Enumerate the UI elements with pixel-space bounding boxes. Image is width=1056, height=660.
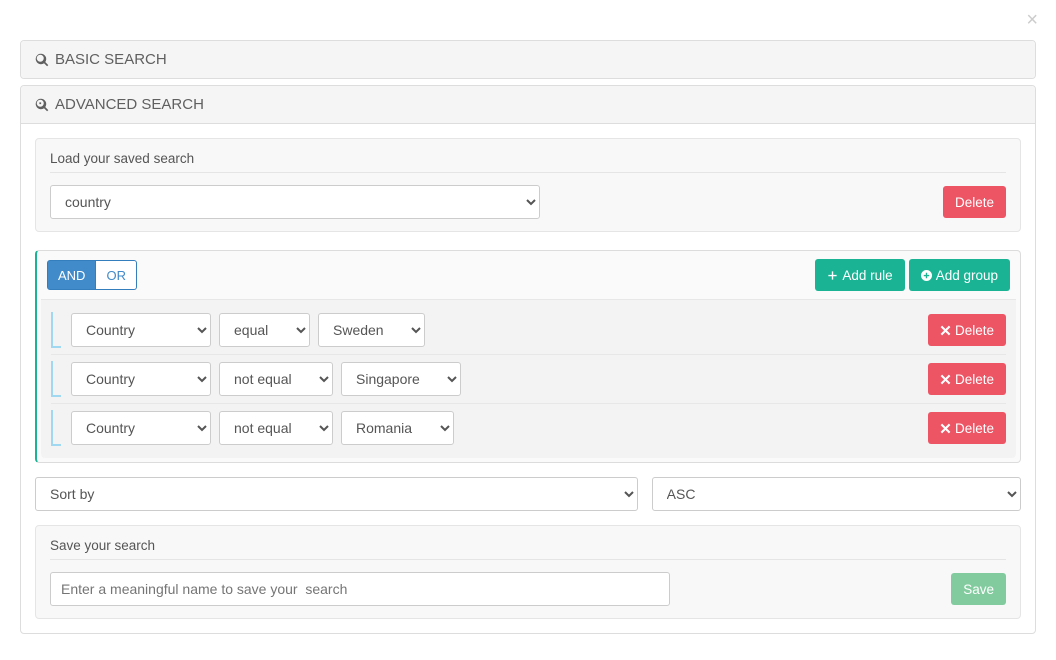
plus-circle-icon bbox=[921, 270, 932, 281]
rule-row: Country not equal Singapore Delete bbox=[51, 354, 1006, 403]
sort-row: Sort by ASC bbox=[35, 477, 1021, 511]
condition-toggle: AND OR bbox=[47, 260, 137, 290]
advanced-search-title: ADVANCED SEARCH bbox=[55, 96, 204, 113]
rule-operator-select[interactable]: equal bbox=[219, 313, 310, 347]
rule-field-select[interactable]: Country bbox=[71, 362, 211, 396]
advanced-search-panel: ADVANCED SEARCH Load your saved search c… bbox=[20, 85, 1036, 634]
saved-search-select[interactable]: country bbox=[50, 185, 540, 219]
load-search-label: Load your saved search bbox=[50, 151, 1006, 173]
rule-operator-select[interactable]: not equal bbox=[219, 362, 333, 396]
close-icon bbox=[940, 423, 951, 434]
add-rule-button[interactable]: Add rule bbox=[815, 259, 904, 291]
delete-rule-button[interactable]: Delete bbox=[928, 314, 1006, 346]
rule-value-select[interactable]: Sweden bbox=[318, 313, 425, 347]
basic-search-header[interactable]: BASIC SEARCH bbox=[21, 41, 1035, 78]
rule-value-select[interactable]: Singapore bbox=[341, 362, 461, 396]
add-rule-label: Add rule bbox=[842, 268, 892, 283]
rule-row: Country not equal Romania Delete bbox=[51, 403, 1006, 452]
save-search-input[interactable] bbox=[50, 572, 670, 606]
query-builder: AND OR Add rule Add group bbox=[35, 250, 1021, 463]
advanced-search-header[interactable]: ADVANCED SEARCH bbox=[21, 86, 1035, 124]
sort-direction-select[interactable]: ASC bbox=[652, 477, 1021, 511]
save-button[interactable]: Save bbox=[951, 573, 1006, 605]
rules-list: Country equal Sweden Delete Country not … bbox=[41, 299, 1016, 458]
rule-row: Country equal Sweden Delete bbox=[51, 306, 1006, 354]
delete-rule-button[interactable]: Delete bbox=[928, 412, 1006, 444]
load-search-section: Load your saved search country Delete bbox=[35, 138, 1021, 232]
rule-value-select[interactable]: Romania bbox=[341, 411, 454, 445]
sort-by-select[interactable]: Sort by bbox=[35, 477, 638, 511]
or-toggle[interactable]: OR bbox=[96, 260, 137, 290]
basic-search-title: BASIC SEARCH bbox=[55, 51, 167, 68]
search-icon bbox=[35, 53, 49, 67]
delete-saved-search-button[interactable]: Delete bbox=[943, 186, 1006, 218]
delete-rule-label: Delete bbox=[955, 421, 994, 436]
search-zoom-icon bbox=[35, 98, 49, 112]
add-group-label: Add group bbox=[936, 268, 998, 283]
save-search-label: Save your search bbox=[50, 538, 1006, 560]
delete-rule-button[interactable]: Delete bbox=[928, 363, 1006, 395]
add-group-button[interactable]: Add group bbox=[909, 259, 1010, 291]
close-icon[interactable]: × bbox=[1026, 10, 1038, 30]
delete-rule-label: Delete bbox=[955, 372, 994, 387]
and-toggle[interactable]: AND bbox=[47, 260, 96, 290]
basic-search-panel: BASIC SEARCH bbox=[20, 40, 1036, 79]
close-icon bbox=[940, 325, 951, 336]
delete-rule-label: Delete bbox=[955, 323, 994, 338]
rule-field-select[interactable]: Country bbox=[71, 411, 211, 445]
save-search-section: Save your search Save bbox=[35, 525, 1021, 619]
rule-operator-select[interactable]: not equal bbox=[219, 411, 333, 445]
plus-icon bbox=[827, 270, 838, 281]
rule-field-select[interactable]: Country bbox=[71, 313, 211, 347]
close-icon bbox=[940, 374, 951, 385]
